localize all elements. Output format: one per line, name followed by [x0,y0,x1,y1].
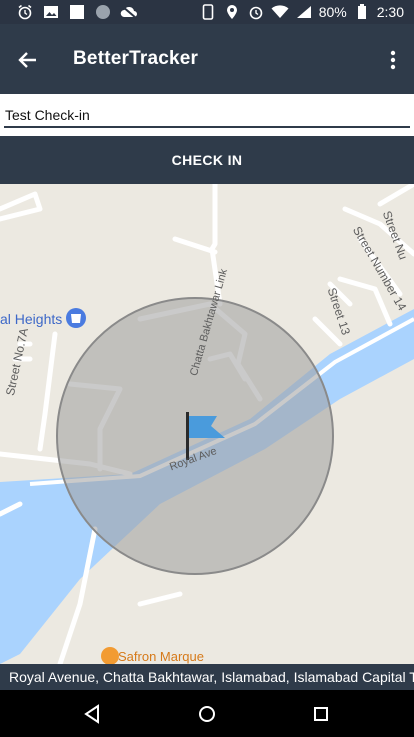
map-view[interactable]: al Heights Safron Marque Street No.7A Ch… [0,184,414,664]
image-icon [42,3,60,21]
app-bar: BetterTracker [0,24,414,94]
check-in-button[interactable]: CHECK IN [0,136,414,184]
clock-time: 2:30 [376,4,404,20]
status-bar: 80% 2:30 [0,0,414,24]
signal-icon [295,3,313,21]
home-circle-icon[interactable] [197,704,217,724]
checkin-input-container [0,94,414,136]
cloud-off-icon [120,3,138,21]
white-square-icon [68,3,86,21]
system-indicators: 80% 2:30 [199,3,404,21]
back-arrow-icon[interactable] [14,46,42,74]
phone-device-icon [199,3,217,21]
alarm-clock-icon [16,3,34,21]
checkin-name-input[interactable] [4,104,410,128]
system-navigation-bar [0,690,414,737]
battery-icon [353,3,371,21]
alarm-icon [247,3,265,21]
back-triangle-icon[interactable] [82,704,102,724]
battery-percentage: 80% [318,4,347,20]
wifi-icon [271,3,289,21]
recents-square-icon[interactable] [311,704,331,724]
notification-icons [16,3,138,21]
circle-icon [94,3,112,21]
address-bar: Royal Avenue, Chatta Bakhtawar, Islamaba… [0,664,414,690]
overflow-menu-icon[interactable] [382,46,404,74]
page-title: BetterTracker [73,48,199,69]
place-label: al Heights [0,311,63,327]
poi-label: Safron Marque [118,649,204,664]
location-pin-icon [223,3,241,21]
